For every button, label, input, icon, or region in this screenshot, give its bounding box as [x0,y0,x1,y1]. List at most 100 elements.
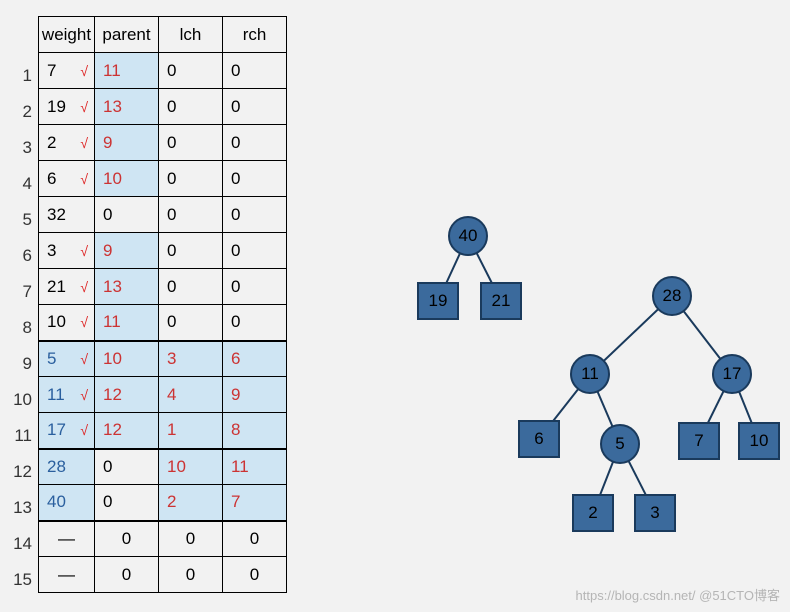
table-row: 2√900 [39,125,287,161]
check-icon: √ [80,422,88,438]
cell-lch: 0 [159,305,223,341]
internal-node: 11 [570,354,610,394]
cell-weight: — [39,557,95,593]
cell-parent: 0 [95,449,159,485]
row-index: 1 [8,58,32,94]
cell-rch: 11 [223,449,287,485]
cell-weight: 11√ [39,377,95,413]
table-row: 7√1100 [39,53,287,89]
check-icon: √ [80,351,88,367]
table-row: 2801011 [39,449,287,485]
check-icon: √ [80,243,88,259]
cell-parent: 11 [95,305,159,341]
internal-node: 17 [712,354,752,394]
internal-node: 28 [652,276,692,316]
row-index: 5 [8,202,32,238]
table-row: 21√1300 [39,269,287,305]
cell-lch: 0 [159,125,223,161]
internal-node: 40 [448,216,488,256]
cell-parent: 13 [95,269,159,305]
row-number-column: 123456789101112131415 [8,58,32,598]
check-icon: √ [80,314,88,330]
cell-weight: 32 [39,197,95,233]
cell-rch: 0 [223,89,287,125]
cell-parent: 13 [95,89,159,125]
cell-weight: 3√ [39,233,95,269]
check-icon: √ [80,99,88,115]
cell-parent: 10 [95,161,159,197]
cell-rch: 9 [223,377,287,413]
cell-parent: 0 [95,485,159,521]
cell-rch: 8 [223,413,287,449]
leaf-node: 10 [738,422,780,460]
row-index: 8 [8,310,32,346]
check-icon: √ [80,387,88,403]
row-index: 2 [8,94,32,130]
leaf-node: 6 [518,420,560,458]
watermark: https://blog.csdn.net/ @51CTO博客 [576,585,780,604]
table-row: 11√1249 [39,377,287,413]
cell-lch: 0 [159,521,223,557]
cell-rch: 0 [223,161,287,197]
table-row: 6√1000 [39,161,287,197]
cell-lch: 0 [159,197,223,233]
table-row: 5√1036 [39,341,287,377]
cell-lch: 3 [159,341,223,377]
cell-weight: 21√ [39,269,95,305]
cell-weight: 6√ [39,161,95,197]
table-row: 19√1300 [39,89,287,125]
row-index: 14 [8,526,32,562]
cell-weight: 7√ [39,53,95,89]
cell-lch: 0 [159,269,223,305]
cell-lch: 2 [159,485,223,521]
cell-weight: 2√ [39,125,95,161]
check-icon: √ [80,135,88,151]
col-header-parent: parent [95,17,159,53]
table-row: 40027 [39,485,287,521]
leaf-node: 2 [572,494,614,532]
table-header-row: weight parent lch rch [39,17,287,53]
cell-parent: 9 [95,125,159,161]
table-row: 32000 [39,197,287,233]
row-index: 12 [8,454,32,490]
cell-weight: — [39,521,95,557]
cell-weight: 10√ [39,305,95,341]
tree-diagram-area: 4019212811176571023 [380,210,780,550]
cell-rch: 0 [223,557,287,593]
cell-parent: 9 [95,233,159,269]
table-row: 17√1218 [39,413,287,449]
leaf-node: 3 [634,494,676,532]
cell-rch: 0 [223,269,287,305]
cell-lch: 0 [159,53,223,89]
cell-lch: 0 [159,161,223,197]
cell-parent: 0 [95,521,159,557]
cell-parent: 12 [95,413,159,449]
cell-rch: 0 [223,197,287,233]
cell-rch: 0 [223,521,287,557]
cell-rch: 0 [223,233,287,269]
cell-weight: 28 [39,449,95,485]
col-header-weight: weight [39,17,95,53]
row-index: 15 [8,562,32,598]
row-index: 13 [8,490,32,526]
leaf-node: 7 [678,422,720,460]
cell-rch: 0 [223,53,287,89]
cell-lch: 10 [159,449,223,485]
row-index: 4 [8,166,32,202]
row-index: 6 [8,238,32,274]
leaf-node: 21 [480,282,522,320]
row-index: 10 [8,382,32,418]
col-header-rch: rch [223,17,287,53]
cell-parent: 11 [95,53,159,89]
cell-weight: 17√ [39,413,95,449]
cell-weight: 5√ [39,341,95,377]
table-row: 10√1100 [39,305,287,341]
cell-lch: 1 [159,413,223,449]
cell-rch: 0 [223,305,287,341]
check-icon: √ [80,63,88,79]
internal-node: 5 [600,424,640,464]
cell-parent: 0 [95,557,159,593]
table-body: 7√110019√13002√9006√1000320003√90021√130… [39,53,287,593]
table-row: —000 [39,521,287,557]
cell-rch: 6 [223,341,287,377]
